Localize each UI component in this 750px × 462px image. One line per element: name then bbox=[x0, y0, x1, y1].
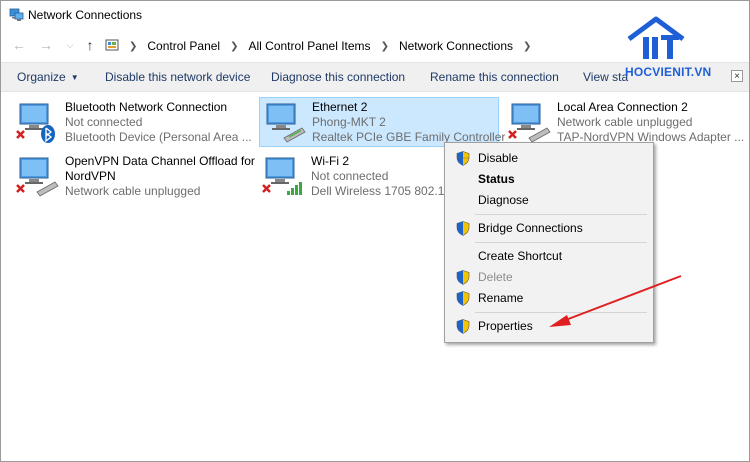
menu-item-label: Diagnose bbox=[478, 193, 529, 207]
uac-shield-icon bbox=[456, 270, 470, 285]
menu-item-rename[interactable]: Rename bbox=[447, 288, 651, 308]
bluetooth-adapter-icon bbox=[16, 103, 55, 143]
connection-status: Network cable unplugged bbox=[65, 184, 201, 198]
menu-item-diagnose[interactable]: Diagnose bbox=[447, 190, 651, 210]
recent-locations-chevron-icon[interactable]: ⌵ bbox=[61, 36, 79, 54]
connection-name: Local Area Connection 2 bbox=[557, 100, 688, 114]
connection-item-wifi-2[interactable]: Wi-Fi 2 Not connected Dell Wireless 1705… bbox=[259, 152, 459, 200]
connection-item-openvpn[interactable]: OpenVPN Data Channel Offload for NordVPN… bbox=[13, 152, 255, 200]
connection-name: Ethernet 2 bbox=[312, 100, 368, 114]
rename-connection-button[interactable]: Rename this connection bbox=[430, 70, 559, 84]
breadcrumb-item-network-connections[interactable]: Network Connections bbox=[399, 39, 513, 53]
connection-item-local-area-2[interactable]: Local Area Connection 2 Network cable un… bbox=[505, 98, 745, 146]
disable-device-button[interactable]: Disable this network device bbox=[105, 70, 250, 84]
breadcrumb-item-all-items[interactable]: All Control Panel Items bbox=[249, 39, 371, 53]
breadcrumb-item-control-panel[interactable]: Control Panel bbox=[147, 39, 220, 53]
connection-device: Bluetooth Device (Personal Area ... bbox=[65, 130, 252, 144]
menu-item-label: Status bbox=[478, 172, 515, 186]
breadcrumb-separator-icon[interactable]: ❯ bbox=[381, 41, 389, 52]
menu-item-label: Bridge Connections bbox=[478, 221, 583, 235]
menu-item-label: Delete bbox=[478, 270, 513, 284]
connection-name: Wi-Fi 2 bbox=[311, 154, 349, 168]
connection-status: Phong-MKT 2 bbox=[312, 115, 386, 129]
menu-item-bridge-connections[interactable]: Bridge Connections bbox=[447, 218, 651, 238]
menu-separator bbox=[475, 312, 647, 313]
organize-label: Organize bbox=[17, 70, 66, 84]
menu-item-disable[interactable]: Disable bbox=[447, 148, 651, 168]
network-connections-window: Network Connections ← → ⌵ ↑ ❯ Control Pa… bbox=[0, 0, 750, 462]
connection-status: Network cable unplugged bbox=[557, 115, 693, 129]
breadcrumb-separator-icon[interactable]: ❯ bbox=[129, 41, 137, 52]
organize-menu-button[interactable]: Organize ▼ bbox=[17, 70, 79, 84]
uac-shield-icon bbox=[456, 151, 470, 166]
ethernet-adapter-icon bbox=[508, 103, 551, 143]
logo-close-icon[interactable]: × bbox=[731, 70, 743, 82]
breadcrumb-separator-icon[interactable]: ❯ bbox=[523, 41, 531, 52]
connection-status: Not connected bbox=[65, 115, 143, 129]
uac-shield-icon bbox=[456, 221, 470, 236]
breadcrumb[interactable]: ❯ Control Panel ❯ All Control Panel Item… bbox=[105, 35, 541, 57]
menu-item-status[interactable]: Status bbox=[447, 169, 651, 189]
caret-down-icon: ▼ bbox=[70, 73, 79, 82]
context-menu: Disable Status Diagnose Bridge Connectio… bbox=[444, 142, 654, 343]
menu-item-label: Create Shortcut bbox=[478, 249, 563, 263]
uac-shield-icon bbox=[456, 291, 470, 306]
uac-shield-icon bbox=[456, 319, 470, 334]
connection-name: Bluetooth Network Connection bbox=[65, 100, 228, 114]
menu-item-delete: Delete bbox=[447, 267, 651, 287]
forward-arrow-icon[interactable]: → bbox=[37, 36, 55, 54]
connection-name: OpenVPN Data Channel Offload for bbox=[65, 154, 255, 168]
back-arrow-icon[interactable]: ← bbox=[10, 36, 28, 54]
menu-item-label: Disable bbox=[478, 151, 519, 165]
wifi-adapter-icon bbox=[262, 157, 302, 195]
ethernet-adapter-icon bbox=[16, 157, 59, 197]
diagnose-connection-button[interactable]: Diagnose this connection bbox=[271, 70, 405, 84]
connection-name-line2: NordVPN bbox=[65, 169, 116, 183]
logo-roof-icon bbox=[627, 16, 685, 59]
menu-item-label: Properties bbox=[478, 319, 533, 333]
up-arrow-icon[interactable]: ↑ bbox=[81, 36, 99, 54]
connection-item-bluetooth[interactable]: Bluetooth Network Connection Not connect… bbox=[13, 98, 253, 146]
menu-item-properties[interactable]: Properties bbox=[447, 316, 651, 336]
connection-device: Dell Wireless 1705 802.11b bbox=[311, 184, 457, 198]
connection-item-ethernet-2[interactable]: Ethernet 2 Phong-MKT 2 Realtek PCIe GBE … bbox=[259, 97, 505, 147]
connection-status: Not connected bbox=[311, 169, 389, 183]
menu-item-label: Rename bbox=[478, 291, 524, 305]
network-connections-icon bbox=[9, 8, 24, 21]
menu-separator bbox=[475, 242, 647, 243]
logo-text: HOCVIENIT.VN bbox=[625, 65, 712, 79]
window-title: Network Connections bbox=[28, 8, 143, 22]
hocvienit-logo: HOCVIENIT.VN bbox=[621, 15, 749, 87]
control-panel-icon bbox=[105, 39, 119, 51]
menu-separator bbox=[475, 214, 647, 215]
menu-item-create-shortcut[interactable]: Create Shortcut bbox=[447, 246, 651, 266]
ethernet-adapter-icon bbox=[266, 103, 306, 143]
breadcrumb-separator-icon[interactable]: ❯ bbox=[230, 41, 238, 52]
